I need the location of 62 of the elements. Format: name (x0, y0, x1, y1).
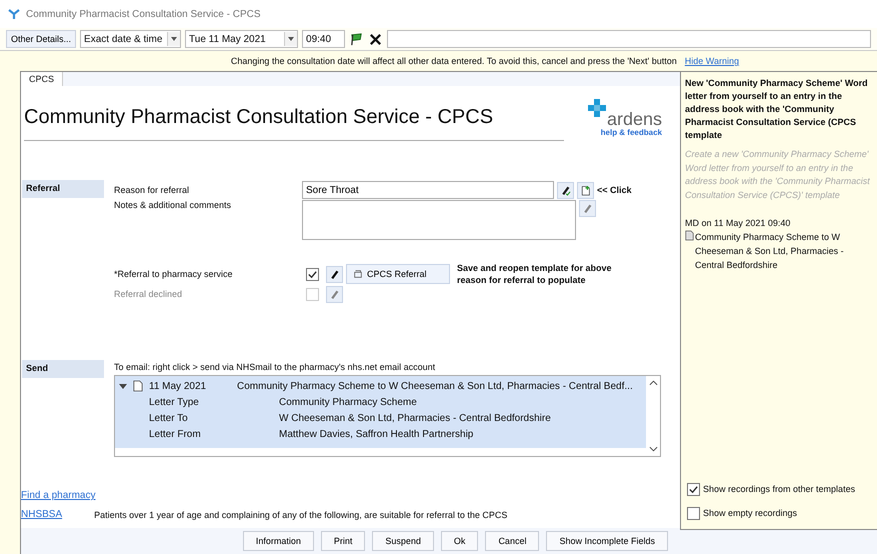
checkbox-label: Show recordings from other templates (703, 484, 856, 494)
field-label: Notes & additional comments (114, 200, 232, 210)
dialog-button[interactable]: Ok (440, 531, 478, 551)
panel-description: Create a new 'Community Pharmacy Scheme' Word letter from yourself to an entry in the address book with the 'Community Pharmacist Consultation Service (CPCS)' template (685, 148, 871, 202)
link[interactable]: NHSBSA (21, 509, 62, 520)
save-reopen-note: Save and reopen template for above reason for referral to populate (457, 262, 613, 286)
time-field[interactable]: 09:40 (302, 30, 346, 48)
collapse-icon[interactable] (119, 382, 127, 390)
field-label: Reason for referral (114, 185, 190, 195)
document-add-icon[interactable] (577, 182, 594, 198)
entry-text: Community Pharmacy Scheme to W Cheeseman & Son Ltd, Pharmacies - Central Bedfordshire (695, 231, 845, 272)
section-heading: Send (22, 360, 104, 378)
detail-value: Matthew Davies, Saffron Health Partnership (279, 428, 474, 440)
logo-name: ardens (606, 110, 662, 128)
dialog-button[interactable]: Suspend (372, 531, 434, 551)
dialog-button[interactable]: Information (242, 531, 314, 551)
scroll-down-icon[interactable] (648, 446, 658, 452)
detail-label: Letter Type (149, 396, 200, 408)
checkbox[interactable] (687, 506, 700, 520)
detail-value: Community Pharmacy Scheme (279, 396, 417, 408)
form-title: Community Pharmacist Consultation Service - CPCS (24, 98, 564, 141)
detail-value: W Cheeseman & Son Ltd, Pharmacies - Central Bedfordshire (279, 412, 551, 424)
checkbox-label: Show empty recordings (703, 508, 798, 518)
warning-message: Changing the consultation date will affect all other data entered. To avoid this, cancel and press the 'Next' button (230, 56, 677, 66)
template-button[interactable]: CPCS Referral (346, 264, 450, 284)
document-icon (685, 230, 694, 241)
panel-heading: New 'Community Pharmacy Scheme' Word letter from yourself to an entry in the address book with the 'Community Pharmacist Consultation Service (CPCS template (685, 77, 869, 142)
scroll-up-icon[interactable] (648, 380, 658, 386)
letter-date: 11 May 2021 (149, 380, 208, 392)
notes-field[interactable] (302, 200, 576, 240)
reason-field[interactable]: Sore Throat (302, 181, 554, 199)
eligibility-note: Patients over 1 year of age and complaining of any of the following, are suitable for referral to the CPCS (94, 510, 508, 520)
dialog-button[interactable]: Print (320, 531, 366, 551)
help-feedback-link[interactable]: help & feedback (600, 128, 662, 137)
click-hint: << Click (597, 185, 632, 195)
app-logo-icon (8, 8, 20, 20)
date-dropdown[interactable]: Tue 11 May 2021 (185, 30, 298, 48)
window-title: Community Pharmacist Consultation Service - CPCS (26, 8, 261, 20)
close-icon[interactable] (368, 32, 384, 46)
hide-warning-link[interactable]: Hide Warning (684, 56, 739, 66)
pen-icon[interactable] (326, 266, 343, 282)
checkbox[interactable] (687, 482, 700, 496)
date-mode-dropdown[interactable]: Exact date & time (80, 30, 182, 48)
dialog-button[interactable]: Cancel (485, 531, 540, 551)
email-instruction: To email: right click > send via NHSmail to the pharmacy's nhs.net email account (114, 361, 436, 374)
flag-icon[interactable] (349, 32, 364, 46)
detail-label: Letter From (149, 428, 202, 440)
other-details-button[interactable]: Other Details... (6, 30, 76, 48)
pen-icon[interactable] (557, 182, 574, 198)
letter-summary: Community Pharmacy Scheme to W Cheeseman & Son Ltd, Pharmacies - Central Bedf... (237, 380, 633, 392)
dialog-button[interactable]: Show Incomplete Fields (546, 531, 668, 551)
field-label: *Referral to pharmacy service (114, 269, 234, 279)
section-heading: Referral (22, 180, 104, 198)
cross-logo-icon (586, 98, 607, 118)
document-icon (133, 380, 143, 392)
link[interactable]: Find a pharmacy (21, 490, 96, 501)
field-label: Referral declined (114, 289, 184, 299)
tab[interactable]: CPCS (21, 72, 64, 86)
entry-meta: MD on 11 May 2021 09:40 (685, 218, 792, 228)
detail-label: Letter To (149, 412, 189, 424)
checkbox[interactable] (306, 268, 319, 280)
text-field[interactable] (387, 30, 871, 48)
